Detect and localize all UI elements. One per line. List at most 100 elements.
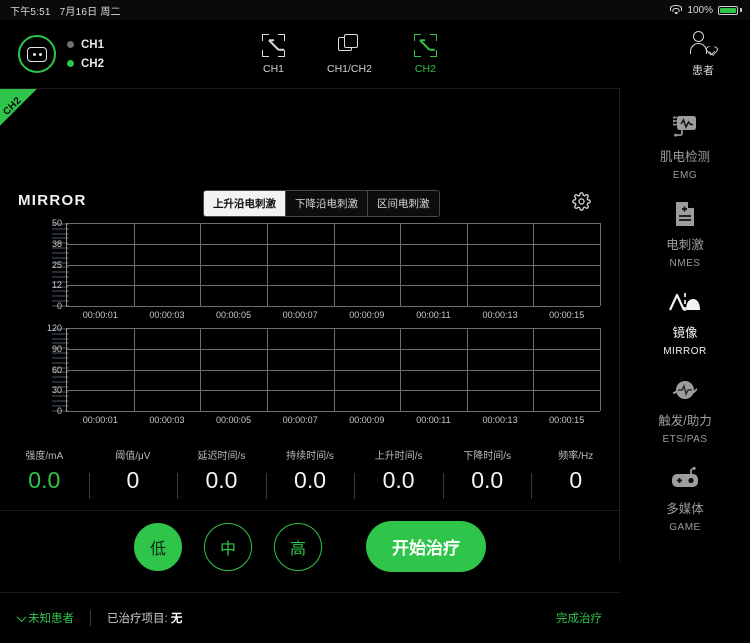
grid-line-vertical <box>133 223 135 306</box>
x-axis-tick-label: 00:00:09 <box>349 415 385 425</box>
intensity-level-high[interactable]: 高 <box>274 522 322 571</box>
channel-label: CH2 <box>81 57 105 70</box>
tab-falling-edge[interactable]: 下降沿电刺激 <box>286 191 368 216</box>
grid-line-vertical <box>200 223 202 306</box>
sidebar-item-label-en: EMG <box>672 170 698 181</box>
battery-percent: 100% <box>687 4 713 16</box>
tab-rising-edge[interactable]: 上升沿电刺激 <box>204 191 286 216</box>
sidebar-item-game[interactable]: 多媒体 GAME <box>620 454 750 542</box>
view-mode-ch1-ch2[interactable]: CH1/CH2 <box>327 33 372 75</box>
grid-line-horizontal <box>67 411 600 412</box>
parameter-value: 0.0 <box>28 467 61 493</box>
parameter-cell[interactable]: 频率/Hz 0 <box>531 447 620 499</box>
parameter-cell[interactable]: 阈值/μV 0 <box>88 447 178 499</box>
y-axis-tick-label: 50 <box>51 218 62 228</box>
gear-icon[interactable] <box>572 192 591 211</box>
view-mode-ch2[interactable]: CH2 <box>413 33 437 75</box>
y-axis-tick-label: 12 <box>51 280 62 291</box>
sidebar-item-mirror[interactable]: 镜像 MIRROR <box>620 278 750 366</box>
grid-line-vertical <box>266 328 268 411</box>
grid-line-vertical <box>533 328 535 411</box>
status-bar-right: 100% <box>670 5 742 16</box>
patient-button-label: 患者 <box>692 64 714 77</box>
app-header: CH1 CH2 CH1 CH1/CH2 CH2 患者 <box>0 20 750 88</box>
x-axis-tick-label: 00:00:01 <box>82 415 118 425</box>
status-time: 下午5:51 <box>10 6 51 18</box>
status-bar-left: 下午5:51 7月16日 周二 <box>10 3 121 18</box>
patient-name: 未知患者 <box>28 613 74 625</box>
intensity-level-low[interactable]: 低 <box>134 522 182 571</box>
channel-indicator-ch1[interactable]: CH1 <box>67 39 104 51</box>
parameter-cell[interactable]: 上升时间/s 0.0 <box>354 447 443 499</box>
chart-area: 50 38 25 12 0 00:00:01 00:00:03 00:00:05 00:00:0… <box>0 217 620 427</box>
view-mode-ch1[interactable]: CH1 <box>262 33 285 75</box>
parameter-cell[interactable]: 强度/mA 0.0 <box>0 447 89 492</box>
parameter-label: 延迟时间/s <box>197 451 246 462</box>
expand-ch1-icon <box>262 33 285 57</box>
grid-line-vertical <box>266 223 268 306</box>
start-treatment-button[interactable]: 开始治疗 <box>366 521 486 572</box>
treated-items-value: 无 <box>170 613 183 625</box>
patient-button[interactable]: 患者 <box>690 30 716 78</box>
patient-person-heart-icon <box>690 30 716 57</box>
x-axis-tick-label: 00:00:13 <box>482 310 518 320</box>
parameter-cell[interactable]: 下降时间/s 0.0 <box>442 447 532 499</box>
parameter-cell[interactable]: 延迟时间/s 0.0 <box>177 447 266 499</box>
x-axis-tick-label: 00:00:15 <box>549 415 585 425</box>
sidebar-item-nmes[interactable]: 电刺激 NMES <box>620 190 750 278</box>
sidebar-item-label-en: NMES <box>669 258 701 269</box>
parameter-label: 持续时间/s <box>286 451 334 462</box>
view-mode-label: CH1 <box>262 62 284 75</box>
x-axis-tick-label: 00:00:03 <box>149 310 185 320</box>
device-logo-icon <box>18 35 56 73</box>
sidebar-item-ets-pas[interactable]: 触发/助力 ETS/PAS <box>620 366 750 454</box>
emg-plot: 50 38 25 12 0 00:00:01 00:00:03 00:00:05 00:00:0… <box>52 218 601 320</box>
view-mode-label: CH1/CH2 <box>327 62 372 75</box>
finish-treatment-button[interactable]: 完成治疗 <box>556 610 602 626</box>
grid-line-horizontal <box>67 306 600 307</box>
wifi-icon <box>670 5 683 15</box>
sidebar-item-label-cn: 电刺激 <box>666 238 704 252</box>
y-axis-tick-label: 30 <box>51 385 62 396</box>
bottom-bar: 未知患者 已治疗项目: 无 完成治疗 <box>0 593 620 643</box>
channel-status-dot <box>67 60 74 67</box>
grid-line-vertical <box>600 223 601 306</box>
stimulation-mode-tabs: 上升沿电刺激 下降沿电刺激 区间电刺激 <box>203 190 440 217</box>
document-plus-icon <box>673 199 697 229</box>
treated-items: 已治疗项目: 无 <box>107 610 182 626</box>
parameter-value: 0 <box>126 467 140 493</box>
status-date: 7月16日 周二 <box>59 6 121 18</box>
action-bar: 低 中 高 开始治疗 <box>0 521 620 572</box>
gamepad-icon <box>669 463 701 493</box>
treated-items-label: 已治疗项目: <box>107 613 168 625</box>
x-axis-tick-label: 00:00:03 <box>149 415 185 425</box>
y-axis-tick-label: 25 <box>51 259 62 270</box>
parameter-label: 强度/mA <box>25 451 64 462</box>
parameter-cell[interactable]: 持续时间/s 0.0 <box>265 447 355 499</box>
patient-selector[interactable]: 未知患者 <box>16 610 74 626</box>
parameter-value: 0 <box>569 467 583 493</box>
page-title: MIRROR <box>18 192 87 209</box>
y-axis-tick-label: 0 <box>56 406 62 416</box>
x-axis-tick-label: 00:00:07 <box>282 415 318 425</box>
sidebar-item-label-cn: 镜像 <box>672 326 698 340</box>
stimulation-chart: 120 90 60 30 0 00:00:01 00:00:03 00:00:05 00:00:… <box>38 322 601 427</box>
x-axis-tick-label: 00:00:11 <box>416 415 451 425</box>
x-axis-tick-label: 00:00:05 <box>216 415 252 425</box>
grid-line-vertical <box>400 223 402 306</box>
sidebar-item-emg[interactable]: 肌电检测 EMG <box>620 102 750 190</box>
intensity-level-medium[interactable]: 中 <box>204 522 252 571</box>
grid-line-vertical <box>600 328 601 411</box>
main-panel: CH2 MIRROR 上升沿电刺激 下降沿电刺激 区间电刺激 50 38 25 12 0… <box>0 88 620 626</box>
stimulation-plot: 120 90 60 30 0 00:00:01 00:00:03 00:00:05 00:00:… <box>47 323 601 425</box>
x-axis-tick-label: 00:00:11 <box>416 310 451 320</box>
tab-interval[interactable]: 区间电刺激 <box>368 191 439 216</box>
channel-indicator-ch2[interactable]: CH2 <box>67 58 104 70</box>
divider <box>0 510 620 511</box>
x-axis-tick-label: 00:00:15 <box>549 310 585 320</box>
emg-monitor-icon <box>670 111 700 141</box>
parameter-label: 上升时间/s <box>374 451 423 462</box>
x-axis-tick-label: 00:00:09 <box>349 310 385 320</box>
parameter-label: 频率/Hz <box>558 451 594 462</box>
sidebar-item-label-en: GAME <box>669 522 701 533</box>
